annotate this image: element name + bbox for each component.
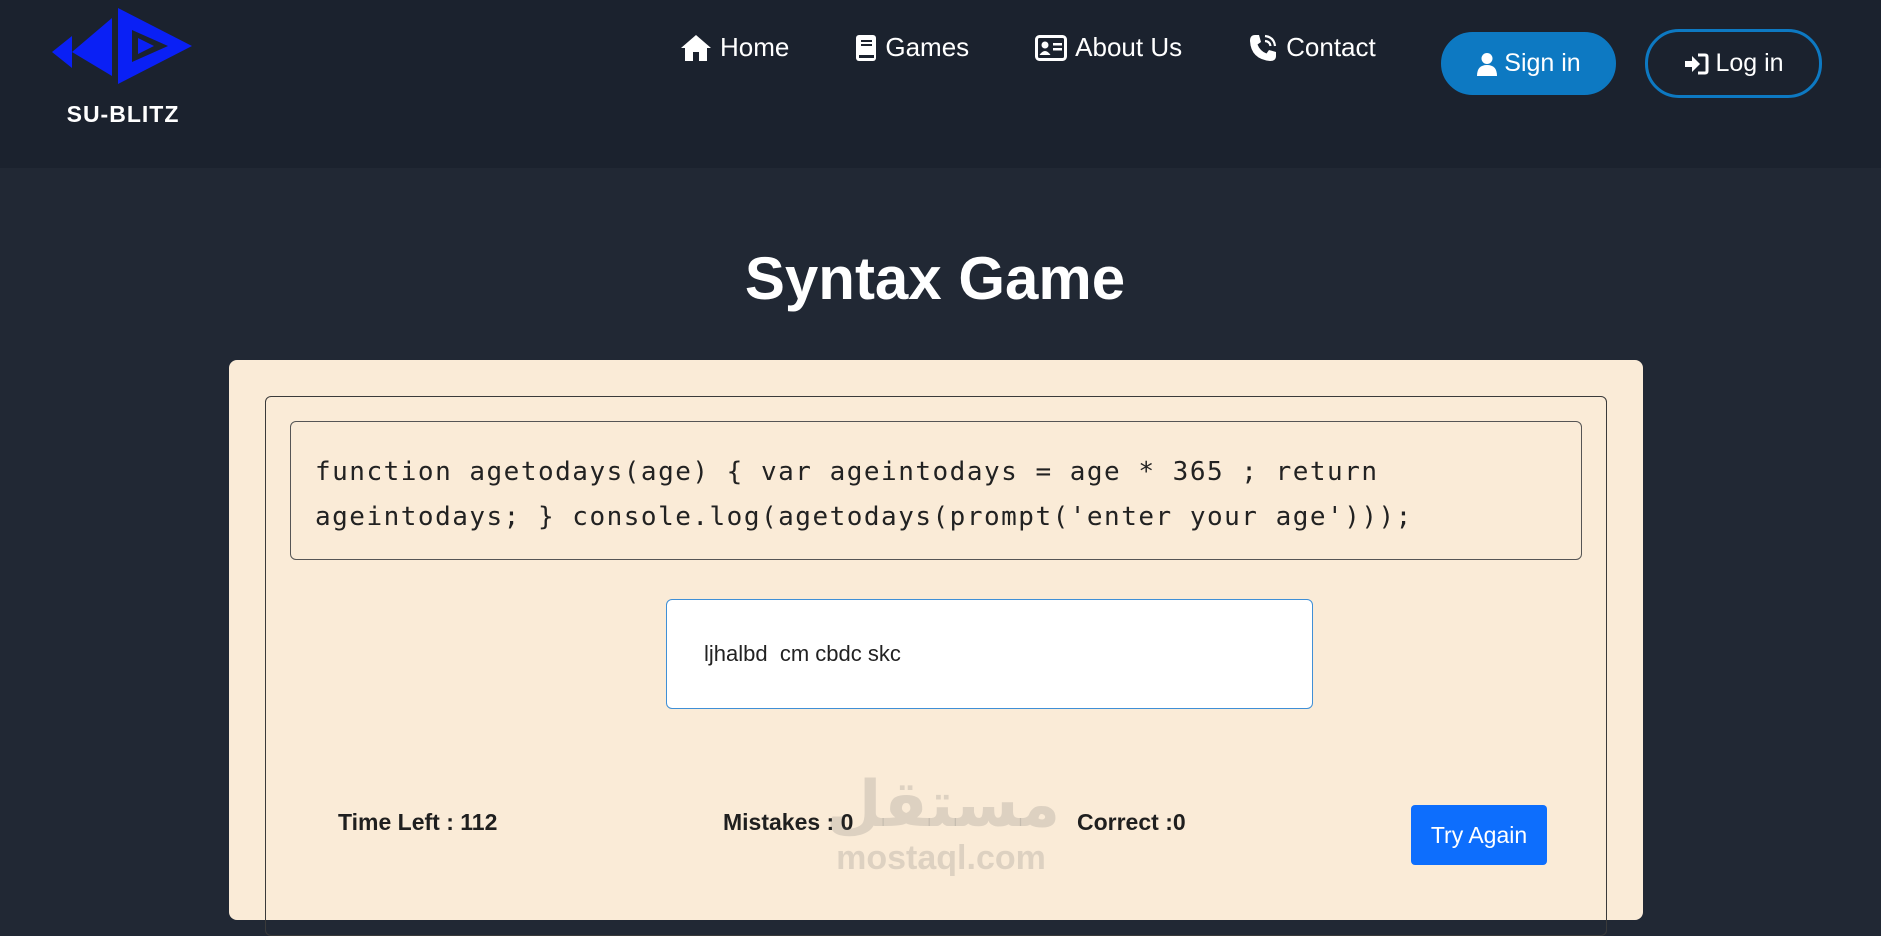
log-in-label: Log in bbox=[1715, 49, 1784, 77]
user-icon bbox=[1477, 52, 1498, 76]
mistakes-value: 0 bbox=[840, 809, 854, 835]
sign-in-arrow-icon bbox=[1685, 53, 1709, 74]
time-left-label: Time Left : bbox=[338, 809, 461, 835]
correct-stat: Correct :0 bbox=[1077, 809, 1186, 836]
home-icon bbox=[681, 34, 711, 61]
mistakes-label: Mistakes : bbox=[723, 809, 841, 835]
mistakes-stat: Mistakes : 0 bbox=[723, 809, 853, 836]
nav-games[interactable]: Games bbox=[855, 32, 969, 63]
correct-value: 0 bbox=[1172, 809, 1186, 835]
page-title: Syntax Game bbox=[744, 245, 1126, 312]
phone-icon bbox=[1250, 34, 1277, 61]
nav-games-label: Games bbox=[885, 32, 970, 62]
navbar: SU-BLITZ Home Games About Us Contact Sig… bbox=[0, 0, 1881, 168]
id-card-icon bbox=[1035, 34, 1068, 61]
log-in-button[interactable]: Log in bbox=[1645, 29, 1822, 98]
game-card: function agetodays(age) { var ageintoday… bbox=[229, 360, 1643, 936]
nav-about-label: About Us bbox=[1075, 32, 1183, 62]
nav-contact[interactable]: Contact bbox=[1248, 32, 1376, 63]
code-snippet: function agetodays(age) { var ageintoday… bbox=[290, 421, 1582, 560]
time-left-stat: Time Left : 112 bbox=[338, 809, 497, 836]
correct-label: Correct : bbox=[1077, 809, 1173, 835]
time-left-value: 112 bbox=[460, 809, 498, 835]
book-icon bbox=[856, 34, 877, 61]
nav-home[interactable]: Home bbox=[680, 32, 789, 63]
logo-mark-icon bbox=[52, 8, 192, 84]
try-again-button[interactable]: Try Again bbox=[1411, 805, 1547, 865]
nav-about[interactable]: About Us bbox=[1035, 32, 1182, 63]
game-frame: function agetodays(age) { var ageintoday… bbox=[265, 396, 1607, 936]
sign-in-button[interactable]: Sign in bbox=[1441, 32, 1616, 95]
nav-home-label: Home bbox=[720, 32, 790, 62]
brand-logo[interactable]: SU-BLITZ bbox=[48, 6, 198, 127]
nav-links: Home Games About Us Contact bbox=[680, 32, 1376, 63]
typing-input[interactable] bbox=[666, 599, 1313, 709]
sign-in-label: Sign in bbox=[1504, 49, 1581, 77]
nav-contact-label: Contact bbox=[1286, 32, 1376, 62]
brand-name: SU-BLITZ bbox=[66, 101, 180, 127]
